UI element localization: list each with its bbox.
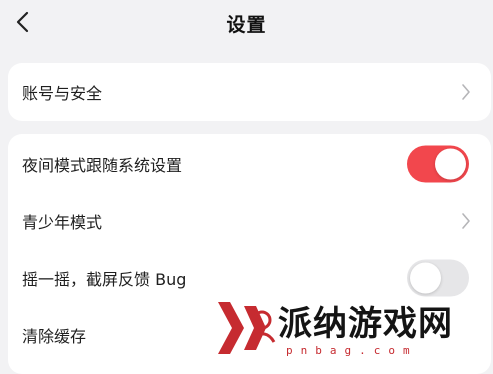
settings-card-account: 账号与安全 — [8, 63, 491, 121]
clear-cache-label: 清除缓存 — [22, 327, 87, 346]
night-mode-toggle[interactable] — [407, 145, 469, 183]
settings-card-general: 夜间模式跟随系统设置 青少年模式 摇一摇，截屏反馈 Bug 清除缓存 — [8, 134, 491, 374]
toggle-knob — [435, 148, 466, 180]
teen-mode-row[interactable]: 青少年模式 — [8, 192, 491, 250]
night-mode-label: 夜间模式跟随系统设置 — [22, 156, 183, 175]
account-security-row[interactable]: 账号与安全 — [8, 63, 491, 121]
account-security-label: 账号与安全 — [22, 84, 103, 103]
night-mode-row: 夜间模式跟随系统设置 — [8, 135, 491, 193]
teen-mode-label: 青少年模式 — [22, 213, 103, 232]
page-title: 设置 — [226, 14, 267, 36]
header-bar: 设置 — [0, 0, 493, 44]
chevron-right-icon — [461, 212, 471, 230]
chevron-right-icon — [461, 83, 471, 101]
toggle-knob — [410, 262, 441, 294]
clear-cache-row[interactable]: 清除缓存 — [8, 306, 491, 364]
shake-feedback-label: 摇一摇，截屏反馈 Bug — [22, 270, 187, 289]
shake-feedback-toggle[interactable] — [407, 259, 469, 297]
shake-feedback-row: 摇一摇，截屏反馈 Bug — [8, 249, 491, 307]
